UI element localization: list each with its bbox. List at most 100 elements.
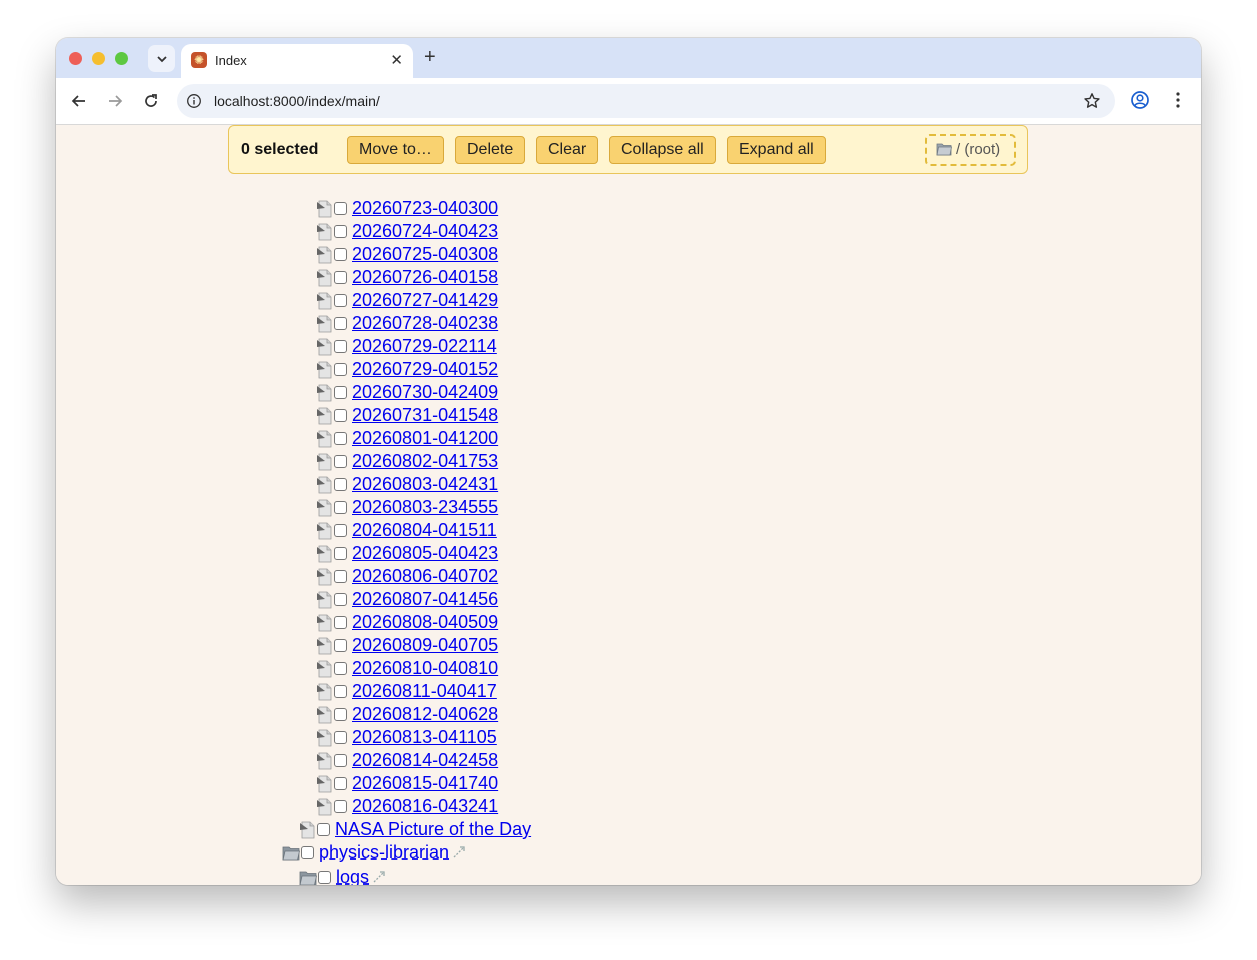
select-checkbox[interactable] — [334, 202, 347, 215]
tree-row-run[interactable]: 20260727-041429 — [317, 289, 498, 312]
run-link[interactable]: 20260808-040509 — [352, 612, 498, 633]
tree-row-run[interactable]: 20260725-040308 — [317, 243, 498, 266]
run-link[interactable]: 20260726-040158 — [352, 267, 498, 288]
select-checkbox[interactable] — [334, 731, 347, 744]
select-checkbox[interactable] — [317, 823, 330, 836]
run-link[interactable]: 20260804-041511 — [352, 520, 497, 541]
tree-row-run[interactable]: 20260805-040423 — [317, 542, 498, 565]
select-checkbox[interactable] — [334, 524, 347, 537]
run-link[interactable]: 20260815-041740 — [352, 773, 498, 794]
address-bar[interactable]: localhost:8000/index/main/ — [177, 84, 1115, 118]
select-checkbox[interactable] — [334, 662, 347, 675]
tree-row-run[interactable]: 20260808-040509 — [317, 611, 498, 634]
new-tab-button[interactable]: + — [424, 47, 436, 67]
forward-button[interactable] — [104, 90, 126, 112]
select-checkbox[interactable] — [334, 639, 347, 652]
select-checkbox[interactable] — [334, 616, 347, 629]
run-link[interactable]: 20260802-041753 — [352, 451, 498, 472]
move-to-button[interactable]: Move to… — [347, 136, 444, 164]
clear-button[interactable]: Clear — [536, 136, 599, 164]
root-drop-target[interactable]: / (root) — [925, 134, 1016, 166]
tree-row-logs[interactable]: logs — [299, 866, 387, 885]
select-checkbox[interactable] — [334, 409, 347, 422]
tree-row-run[interactable]: 20260801-041200 — [317, 427, 498, 450]
select-checkbox[interactable] — [334, 248, 347, 261]
select-checkbox[interactable] — [334, 386, 347, 399]
tree-row-run[interactable]: 20260724-040423 — [317, 220, 498, 243]
site-info-icon[interactable] — [186, 93, 202, 109]
run-link[interactable]: 20260803-234555 — [352, 497, 498, 518]
select-checkbox[interactable] — [334, 547, 347, 560]
select-checkbox[interactable] — [334, 777, 347, 790]
run-link[interactable]: 20260807-041456 — [352, 589, 498, 610]
tree-row-run[interactable]: 20260729-022114 — [317, 335, 497, 358]
tree-row-physics-librarian[interactable]: physics-librarian — [282, 841, 467, 864]
reload-button[interactable] — [140, 90, 162, 112]
select-checkbox[interactable] — [334, 317, 347, 330]
run-link[interactable]: 20260731-041548 — [352, 405, 498, 426]
tree-row-run[interactable]: 20260807-041456 — [317, 588, 498, 611]
run-link[interactable]: 20260723-040300 — [352, 198, 498, 219]
run-link[interactable]: 20260728-040238 — [352, 313, 498, 334]
run-link[interactable]: 20260813-041105 — [352, 727, 497, 748]
tree-row-run[interactable]: 20260803-042431 — [317, 473, 498, 496]
run-link[interactable]: 20260812-040628 — [352, 704, 498, 725]
run-link[interactable]: 20260811-040417 — [352, 681, 497, 702]
collapse-all-button[interactable]: Collapse all — [609, 136, 716, 164]
select-checkbox[interactable] — [334, 570, 347, 583]
select-checkbox[interactable] — [334, 685, 347, 698]
tree-row-nasa[interactable]: NASA Picture of the Day — [300, 818, 531, 841]
select-checkbox[interactable] — [301, 846, 314, 859]
bookmark-star-icon[interactable] — [1083, 92, 1101, 110]
folder-icon[interactable] — [282, 845, 300, 861]
tree-row-run[interactable]: 20260729-040152 — [317, 358, 498, 381]
run-link[interactable]: 20260805-040423 — [352, 543, 498, 564]
select-checkbox[interactable] — [334, 271, 347, 284]
tree-row-run[interactable]: 20260810-040810 — [317, 657, 498, 680]
url-text[interactable]: localhost:8000/index/main/ — [214, 93, 380, 109]
run-link[interactable]: 20260816-043241 — [352, 796, 498, 817]
tree-row-run[interactable]: 20260731-041548 — [317, 404, 498, 427]
select-checkbox[interactable] — [334, 225, 347, 238]
select-checkbox[interactable] — [334, 340, 347, 353]
run-link[interactable]: 20260725-040308 — [352, 244, 498, 265]
tree-row-run[interactable]: 20260726-040158 — [317, 266, 498, 289]
select-checkbox[interactable] — [334, 294, 347, 307]
run-link[interactable]: 20260806-040702 — [352, 566, 498, 587]
expand-all-button[interactable]: Expand all — [727, 136, 826, 164]
select-checkbox[interactable] — [334, 800, 347, 813]
kebab-menu-icon[interactable] — [1168, 90, 1188, 110]
tree-row-run[interactable]: 20260814-042458 — [317, 749, 498, 772]
tree-row-run[interactable]: 20260730-042409 — [317, 381, 498, 404]
select-checkbox[interactable] — [334, 593, 347, 606]
back-button[interactable] — [68, 90, 90, 112]
run-link[interactable]: 20260729-022114 — [352, 336, 497, 357]
run-link[interactable]: 20260809-040705 — [352, 635, 498, 656]
select-checkbox[interactable] — [334, 432, 347, 445]
tree-row-run[interactable]: 20260806-040702 — [317, 565, 498, 588]
select-checkbox[interactable] — [334, 363, 347, 376]
delete-button[interactable]: Delete — [455, 136, 526, 164]
close-window-button[interactable] — [69, 52, 82, 65]
run-link[interactable]: 20260810-040810 — [352, 658, 498, 679]
tree-row-run[interactable]: 20260815-041740 — [317, 772, 498, 795]
tree-row-run[interactable]: 20260816-043241 — [317, 795, 498, 818]
close-tab-icon[interactable]: ✕ — [390, 51, 403, 69]
tree-row-run[interactable]: 20260811-040417 — [317, 680, 497, 703]
minimize-window-button[interactable] — [92, 52, 105, 65]
tree-row-run[interactable]: 20260802-041753 — [317, 450, 498, 473]
run-link[interactable]: 20260801-041200 — [352, 428, 498, 449]
select-checkbox[interactable] — [334, 455, 347, 468]
logs-link[interactable]: logs — [336, 867, 369, 885]
select-checkbox[interactable] — [334, 708, 347, 721]
nasa-link[interactable]: NASA Picture of the Day — [335, 819, 531, 840]
select-checkbox[interactable] — [334, 754, 347, 767]
tree-row-run[interactable]: 20260804-041511 — [317, 519, 497, 542]
tree-row-run[interactable]: 20260809-040705 — [317, 634, 498, 657]
run-link[interactable]: 20260730-042409 — [352, 382, 498, 403]
tab-index[interactable]: ✺ Index ✕ — [181, 44, 413, 78]
physics-librarian-link[interactable]: physics-librarian — [319, 842, 449, 863]
tree-row-run[interactable]: 20260803-234555 — [317, 496, 498, 519]
run-link[interactable]: 20260803-042431 — [352, 474, 498, 495]
tree-row-run[interactable]: 20260813-041105 — [317, 726, 497, 749]
